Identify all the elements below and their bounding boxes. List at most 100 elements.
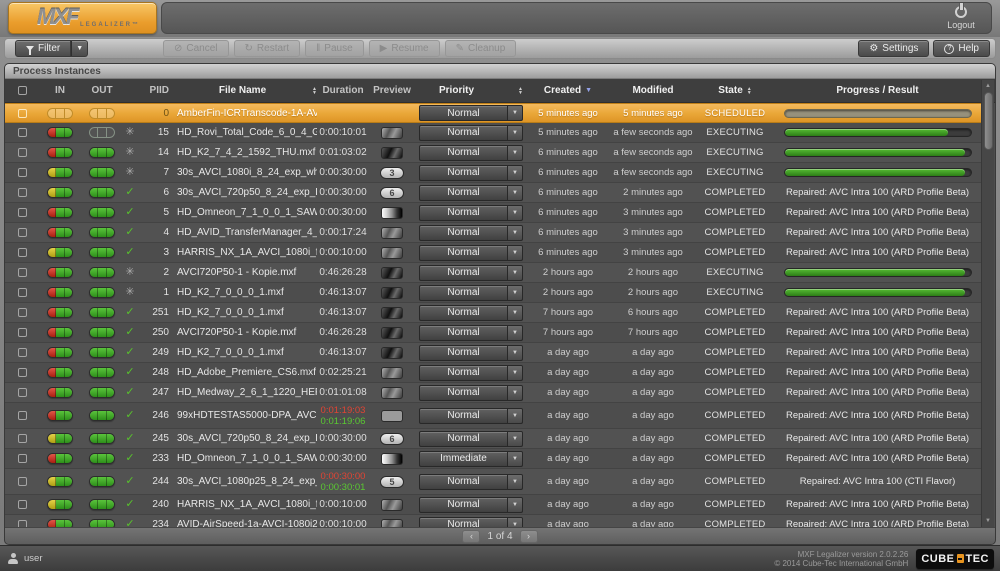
- next-page-button[interactable]: ›: [520, 530, 538, 543]
- column-header-modified[interactable]: Modified: [609, 85, 697, 96]
- filter-dropdown-arrow[interactable]: ▼: [71, 40, 88, 57]
- vertical-scrollbar[interactable]: ▲ ▼: [981, 80, 994, 527]
- chevron-down-icon[interactable]: ▼: [507, 206, 522, 220]
- row-checkbox[interactable]: [18, 434, 27, 443]
- row-checkbox[interactable]: [18, 288, 27, 297]
- preview-thumbnail[interactable]: 5: [380, 476, 404, 488]
- chevron-down-icon[interactable]: ▼: [507, 326, 522, 340]
- chevron-down-icon[interactable]: ▼: [507, 475, 522, 489]
- column-header-created[interactable]: Created ▼: [527, 85, 609, 96]
- restart-button[interactable]: ↻ Restart: [234, 40, 301, 57]
- table-row[interactable]: ✓248HD_Adobe_Premiere_CS6.mxf0:02:25:21N…: [5, 363, 982, 383]
- row-checkbox[interactable]: [18, 388, 27, 397]
- priority-dropdown[interactable]: Normal▼: [419, 365, 523, 381]
- row-checkbox[interactable]: [18, 328, 27, 337]
- chevron-down-icon[interactable]: ▼: [507, 306, 522, 320]
- table-row[interactable]: ✓250AVCI720P50-1 - Kopie.mxf0:46:26:28No…: [5, 323, 982, 343]
- priority-dropdown[interactable]: Normal▼: [419, 474, 523, 490]
- column-header-priority[interactable]: Priority ▲▼: [415, 85, 527, 96]
- column-header-progress-result[interactable]: Progress / Result: [773, 85, 982, 96]
- select-all-checkbox[interactable]: [18, 86, 27, 95]
- filter-button[interactable]: Filter: [15, 40, 71, 57]
- priority-dropdown[interactable]: Normal▼: [419, 497, 523, 513]
- scroll-up-icon[interactable]: ▲: [985, 80, 991, 92]
- preview-thumbnail[interactable]: [381, 227, 403, 239]
- row-checkbox[interactable]: [18, 148, 27, 157]
- column-header-in[interactable]: IN: [39, 85, 81, 96]
- table-row[interactable]: ✳730s_AVCI_1080i_8_24_exp_while_...0:00:…: [5, 163, 982, 183]
- cleanup-button[interactable]: ✎ Cleanup: [445, 40, 517, 57]
- column-header-out[interactable]: OUT: [81, 85, 123, 96]
- chevron-down-icon[interactable]: ▼: [507, 286, 522, 300]
- preview-thumbnail[interactable]: [381, 347, 403, 359]
- row-checkbox[interactable]: [18, 500, 27, 509]
- row-checkbox[interactable]: [18, 268, 27, 277]
- priority-dropdown[interactable]: Normal▼: [419, 305, 523, 321]
- chevron-down-icon[interactable]: ▼: [507, 366, 522, 380]
- preview-thumbnail[interactable]: [381, 207, 403, 219]
- help-button[interactable]: ? Help: [933, 40, 990, 57]
- table-row[interactable]: ✳2AVCI720P50-1 - Kopie.mxf0:46:26:28Norm…: [5, 263, 982, 283]
- priority-dropdown[interactable]: Normal▼: [419, 385, 523, 401]
- chevron-down-icon[interactable]: ▼: [507, 226, 522, 240]
- priority-dropdown[interactable]: Normal▼: [419, 265, 523, 281]
- preview-thumbnail[interactable]: [381, 287, 403, 299]
- row-checkbox[interactable]: [18, 348, 27, 357]
- sort-icon[interactable]: ▲▼: [747, 87, 752, 95]
- preview-thumbnail[interactable]: [381, 247, 403, 259]
- preview-thumbnail[interactable]: [381, 127, 403, 139]
- column-header-file-name[interactable]: File Name ▲▼: [171, 85, 317, 96]
- column-header-preview[interactable]: Preview: [369, 85, 415, 96]
- preview-thumbnail[interactable]: 6: [380, 187, 404, 199]
- table-row[interactable]: ✳14HD_K2_7_4_2_1592_THU.mxf0:01:03:02Nor…: [5, 143, 982, 163]
- priority-dropdown[interactable]: Normal▼: [419, 225, 523, 241]
- table-row[interactable]: ✓5HD_Omneon_7_1_0_0_1_SAW_AZ...0:00:30:0…: [5, 203, 982, 223]
- table-row[interactable]: ✳1HD_K2_7_0_0_0_1.mxf0:46:13:07Normal▼2 …: [5, 283, 982, 303]
- priority-dropdown[interactable]: Normal▼: [419, 345, 523, 361]
- priority-dropdown[interactable]: Normal▼: [419, 325, 523, 341]
- row-checkbox[interactable]: [18, 228, 27, 237]
- chevron-down-icon[interactable]: ▼: [507, 409, 522, 423]
- table-row[interactable]: ✳15HD_Rovi_Total_Code_6_0_4_Grafi...0:00…: [5, 123, 982, 143]
- table-row[interactable]: ✓247HD_Medway_2_6_1_1220_HEPS_...0:01:01…: [5, 383, 982, 403]
- preview-thumbnail[interactable]: 3: [380, 167, 404, 179]
- settings-button[interactable]: ⚙ Settings: [858, 40, 929, 57]
- chevron-down-icon[interactable]: ▼: [507, 386, 522, 400]
- row-checkbox[interactable]: [18, 411, 27, 420]
- priority-dropdown[interactable]: Normal▼: [419, 408, 523, 424]
- row-checkbox[interactable]: [18, 308, 27, 317]
- row-checkbox[interactable]: [18, 368, 27, 377]
- previous-page-button[interactable]: ‹: [462, 530, 480, 543]
- chevron-down-icon[interactable]: ▼: [507, 186, 522, 200]
- chevron-down-icon[interactable]: ▼: [507, 346, 522, 360]
- preview-thumbnail[interactable]: [381, 367, 403, 379]
- table-row[interactable]: ✓24430s_AVCI_1080p25_8_24_exp_whi...0:00…: [5, 469, 982, 495]
- table-row[interactable]: ✓249HD_K2_7_0_0_0_1.mxf0:46:13:07Normal▼…: [5, 343, 982, 363]
- table-row[interactable]: ✓4HD_AVID_TransferManager_4_0_0...0:00:1…: [5, 223, 982, 243]
- preview-thumbnail[interactable]: [381, 453, 403, 465]
- row-checkbox[interactable]: [18, 188, 27, 197]
- table-row[interactable]: ✓3HARRIS_NX_1A_AVCI_1080i_forSo...0:00:1…: [5, 243, 982, 263]
- priority-dropdown[interactable]: Normal▼: [419, 145, 523, 161]
- table-row[interactable]: ✓24530s_AVCI_720p50_8_24_exp_Rec...0:00:…: [5, 429, 982, 449]
- preview-thumbnail[interactable]: [381, 387, 403, 399]
- preview-thumbnail[interactable]: [381, 410, 403, 422]
- row-checkbox[interactable]: [18, 128, 27, 137]
- row-checkbox[interactable]: [18, 168, 27, 177]
- preview-thumbnail[interactable]: [381, 499, 403, 511]
- chevron-down-icon[interactable]: ▼: [507, 126, 522, 140]
- priority-dropdown[interactable]: Normal▼: [419, 245, 523, 261]
- preview-thumbnail[interactable]: [381, 327, 403, 339]
- sort-icon[interactable]: ▲▼: [518, 87, 523, 95]
- table-row[interactable]: ✓24699xHDTESTAS5000-DPA_AVCIntra...0:01:…: [5, 403, 982, 429]
- preview-thumbnail[interactable]: 6: [380, 433, 404, 445]
- table-row[interactable]: ✓251HD_K2_7_0_0_0_1.mxf0:46:13:07Normal▼…: [5, 303, 982, 323]
- chevron-down-icon[interactable]: ▼: [507, 432, 522, 446]
- table-row[interactable]: ✓240HARRIS_NX_1A_AVCI_1080i_forSo...0:00…: [5, 495, 982, 515]
- row-checkbox[interactable]: [18, 248, 27, 257]
- row-checkbox[interactable]: [18, 208, 27, 217]
- resume-button[interactable]: ▶ Resume: [369, 40, 440, 57]
- cancel-button[interactable]: ⊘ Cancel: [163, 40, 229, 57]
- row-checkbox[interactable]: [18, 477, 27, 486]
- chevron-down-icon[interactable]: ▼: [507, 166, 522, 180]
